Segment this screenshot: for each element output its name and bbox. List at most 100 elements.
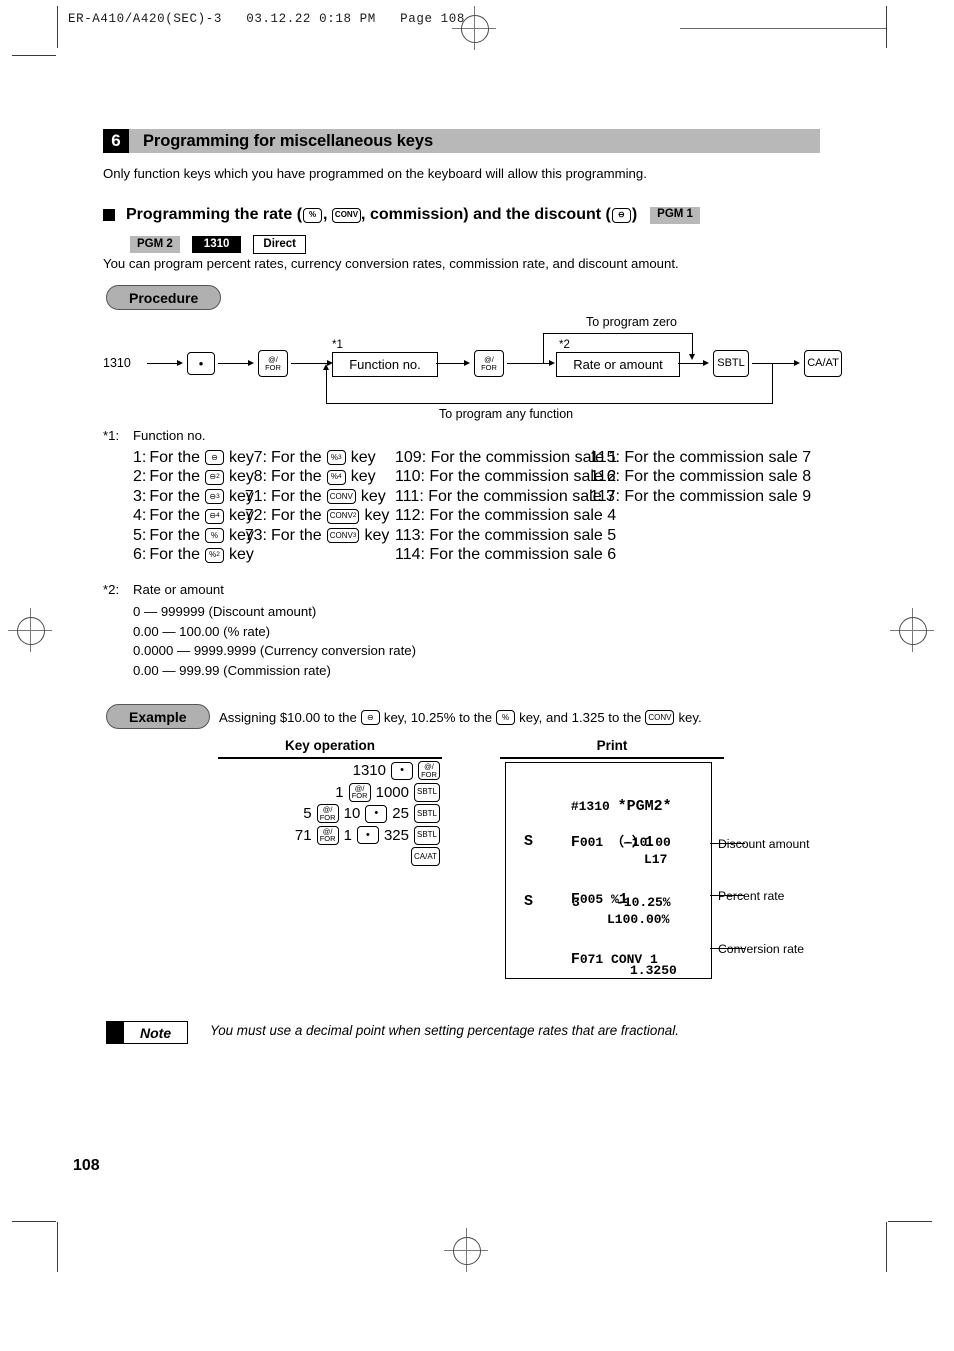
loopback-v-left (326, 370, 327, 404)
receipt-percent-rate: -10.25% (616, 895, 671, 910)
loopback-v-right (772, 363, 773, 403)
function-column-2: 7: For the % 3 key 8: For the % 4 key 71: … (238, 448, 395, 565)
range-line: 0.0000 — 9999.9999 (Currency conversion … (133, 643, 416, 659)
function-key-icon: ⊖ 3 (205, 489, 225, 505)
badge-direct: Direct (253, 235, 306, 254)
loopback-arrow (322, 364, 329, 370)
flow-arrow-1 (177, 359, 183, 366)
keyop-value: 25 (392, 805, 409, 823)
function-key-icon: ⊖ 2 (205, 469, 225, 485)
function-number: 3: (133, 487, 147, 505)
percent-key-icon-example: % (496, 710, 516, 725)
function-item: 5: For the % key (133, 526, 254, 546)
example-description: Assigning $10.00 to the ⊖ key, 10.25% to… (219, 710, 702, 725)
flow-arrow-6 (703, 359, 709, 366)
commission-item: 113: For the commission sale 5 (395, 526, 617, 544)
key-operation-row: CA/AT (190, 846, 440, 868)
badge-pgm2: PGM 2 (130, 236, 180, 253)
footnote-1-title: Function no. (133, 428, 206, 443)
function-text: For the (271, 468, 322, 486)
function-tail: key (364, 526, 390, 544)
function-number: 6: (133, 546, 147, 564)
function-text: For the (271, 507, 322, 525)
function-item: 3: For the ⊖ 3 key (133, 487, 254, 507)
footnote-marker-2-diagram: *2 (559, 339, 570, 351)
note-badge: Note (106, 1021, 189, 1044)
receipt-line-7: L100.00% (607, 912, 670, 927)
caat-key-icon-diagram: CA/AT (804, 350, 842, 377)
dot-key-icon: • (365, 804, 388, 823)
rate-or-amount-box: Rate or amount (556, 352, 680, 377)
key-operation-row: 71 @/FOR 1 • 325 SBTL (190, 825, 440, 847)
commission-item: 112: For the commission sale 4 (395, 507, 617, 525)
commission-item: 117: For the commission sale 9 (590, 487, 812, 505)
function-key-icon: % 4 (326, 469, 346, 485)
subsection-heading: Programming the rate ( % , CONV , commis… (103, 206, 700, 224)
receipt-conversion-rate: 1.3250 (630, 963, 677, 978)
loopback-h (326, 403, 773, 404)
zero-bypass-v-right (692, 333, 693, 355)
footnote-1: *1: Function no. (103, 428, 206, 443)
dot-key-icon: • (187, 352, 215, 375)
function-key-icon: % (205, 528, 225, 544)
column-header-key-operation: Key operation (284, 738, 376, 753)
flow-line-7 (752, 363, 796, 364)
page-body: 6 Programming for miscellaneous keys Onl… (0, 0, 954, 1351)
minus-key-icon-example: ⊖ (360, 710, 380, 725)
at-for-key-icon: @/FOR (348, 782, 371, 802)
flow-arrow-2 (248, 359, 254, 366)
flow-line-4 (436, 363, 466, 364)
receipt-discount-amount: -10.00 (624, 835, 671, 850)
range-line: 0.00 — 999.99 (Commission rate) (133, 662, 331, 678)
sbtl-key-icon: SBTL (413, 782, 440, 802)
dot-key-icon: • (391, 761, 413, 780)
function-key-icon: % 3 (326, 450, 346, 466)
receipt-line-6-label: S (524, 893, 534, 910)
key-operation-row: 5 @/FOR 10 • 25 SBTL (190, 803, 440, 825)
note-black-block (106, 1021, 124, 1044)
keyop-value: 325 (383, 826, 409, 844)
badge-1310: 1310 (191, 236, 242, 253)
footnote-2-marker: *2: (103, 582, 120, 597)
example-text-2: key, 10.25% to the (383, 710, 493, 725)
subsection-mid: , commission) and the discount ( (361, 206, 611, 223)
function-number: 73: (244, 526, 267, 544)
badge-pgm1: PGM 1 (650, 206, 700, 224)
flow-line-6 (678, 363, 706, 364)
function-tail: key (364, 507, 390, 525)
section-intro-text: Only function keys which you have progra… (103, 166, 647, 181)
commission-item: 109: For the commission sale 1 (395, 448, 618, 466)
function-item: 72: For the CONV 2 key (238, 507, 395, 527)
caat-key-icon: CA/AT (411, 847, 440, 867)
function-text: For the (271, 526, 322, 544)
section-header-bar: 6 Programming for miscellaneous keys (103, 129, 820, 153)
keyop-value: 1 (343, 826, 352, 844)
keyop-value: 5 (303, 805, 312, 823)
function-text: For the (271, 448, 322, 466)
subsection-suffix: ) (631, 206, 638, 223)
subsection-comma1: , (323, 206, 332, 223)
function-tail: key (350, 448, 376, 466)
function-text: For the (149, 526, 201, 544)
at-for-key-icon-1: @/FOR (258, 350, 288, 377)
function-column-3: 109: For the commission sale 1 110: For … (395, 448, 618, 565)
percent-key-icon: % (303, 207, 323, 223)
function-number: 72: (244, 507, 267, 525)
note-label: Note (124, 1021, 189, 1044)
section-number: 6 (103, 129, 129, 153)
function-text: For the (149, 468, 201, 486)
function-item: 71: For the CONV key (238, 487, 395, 507)
function-no-columns: 1: For the ⊖ key 2: For the ⊖ 2 key 3: Fo… (133, 448, 812, 565)
page-number: 108 (73, 1157, 100, 1174)
function-item: 8: For the % 4 key (238, 468, 395, 488)
function-text: For the (149, 507, 201, 525)
commission-item: 110: For the commission sale 2 (395, 468, 617, 486)
keyop-value: 10 (343, 805, 361, 823)
subsection-prefix: Programming the rate ( (126, 206, 303, 223)
receipt-line-6-qty: 3 (572, 895, 580, 910)
function-item: 2: For the ⊖ 2 key (133, 468, 254, 488)
print-underline (500, 757, 724, 759)
conv-key-icon: CONV (331, 207, 362, 223)
function-text: For the (149, 487, 201, 505)
subsection-description: You can program percent rates, currency … (103, 256, 679, 271)
